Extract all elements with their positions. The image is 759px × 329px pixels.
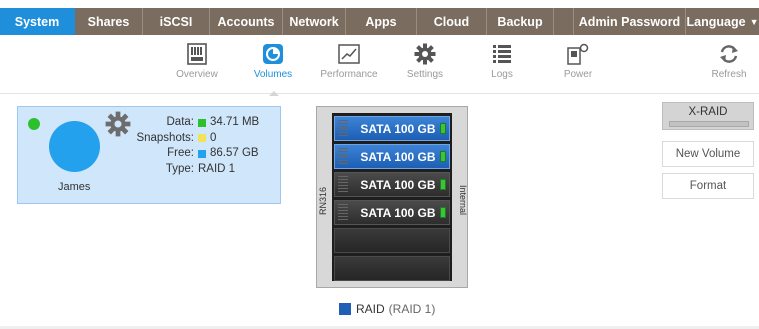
status-dot: [28, 118, 40, 130]
raid-swatch: [339, 303, 351, 315]
caret-down-icon: ▼: [749, 16, 759, 27]
subnav-overview[interactable]: Overview: [157, 41, 237, 91]
subnav-label: Logs: [491, 69, 513, 80]
volume-usage-circle: [49, 121, 100, 172]
disk-bay-1[interactable]: SATA 100 GB: [334, 116, 450, 141]
stat-snapshots: Snapshots: 0: [136, 131, 259, 147]
disk-bay-4[interactable]: SATA 100 GB: [334, 200, 450, 225]
enclosure-bays: SATA 100 GB SATA 100 GB SATA 100 GB SATA…: [332, 113, 452, 281]
sub-nav: Overview Volumes Performance Settings Lo…: [0, 37, 759, 96]
subnav-refresh[interactable]: Refresh: [700, 41, 758, 91]
tab-apps[interactable]: Apps: [346, 8, 417, 35]
enclosure-side-label: Internal: [458, 185, 468, 216]
subnav-label: Refresh: [711, 69, 747, 80]
disk-bay-6[interactable]: [334, 256, 450, 281]
stat-key: Type:: [165, 162, 194, 175]
stat-value: 86.57 GB: [210, 147, 259, 159]
disk-label: SATA 100 GB: [360, 177, 436, 192]
tab-shares[interactable]: Shares: [75, 8, 143, 35]
tab-label: Network: [289, 14, 339, 29]
free-swatch: [198, 149, 206, 158]
raid-legend: RAID (RAID 1): [339, 302, 435, 316]
logs-icon: [489, 41, 515, 67]
subnav-volumes[interactable]: Volumes: [233, 41, 313, 96]
raid-sublabel: (RAID 1): [388, 302, 436, 316]
subnav-logs[interactable]: Logs: [462, 41, 542, 91]
stat-key: Data:: [166, 116, 195, 128]
new-volume-button[interactable]: New Volume: [662, 141, 754, 167]
stat-free: Free: 86.57 GB: [136, 146, 259, 162]
disk-led: [440, 179, 446, 190]
enclosure-model: RN316: [318, 187, 328, 216]
xraid-toggle[interactable]: X-RAID: [662, 102, 754, 130]
gear-icon: [412, 41, 438, 67]
tab-label: Cloud: [433, 14, 470, 29]
disk-bay-5[interactable]: [334, 228, 450, 253]
stat-type: Type: RAID 1: [136, 162, 259, 178]
raid-label: RAID: [356, 302, 385, 316]
disk-label: SATA 100 GB: [360, 149, 436, 164]
tab-accounts[interactable]: Accounts: [210, 8, 283, 35]
volume-card[interactable]: James Data: 34.71 MB Snapshots: 0 Free: …: [17, 106, 281, 204]
volume-settings-gear-icon[interactable]: [105, 111, 131, 137]
tab-label: Language: [686, 14, 746, 29]
subnav-label: Settings: [406, 69, 444, 80]
xraid-track: [669, 121, 749, 127]
volume-stats: Data: 34.71 MB Snapshots: 0 Free: 86.57 …: [136, 115, 259, 177]
format-button[interactable]: Format: [662, 173, 754, 199]
tab-label: Backup: [497, 14, 543, 29]
disk-led: [440, 207, 446, 218]
tab-system[interactable]: System: [0, 8, 75, 35]
power-icon: [565, 41, 591, 67]
bay-grip: [338, 204, 348, 221]
stat-value: RAID 1: [198, 162, 236, 175]
refresh-icon: [716, 41, 742, 67]
tab-spacer: [554, 8, 574, 35]
subnav-label: Volumes: [253, 69, 293, 80]
performance-icon: [336, 41, 362, 67]
tab-network[interactable]: Network: [283, 8, 346, 35]
subnav-performance[interactable]: Performance: [309, 41, 389, 91]
volumes-icon: [260, 41, 286, 67]
bay-grip: [338, 120, 348, 137]
overview-icon: [184, 41, 210, 67]
snapshots-swatch: [198, 134, 206, 143]
disk-led: [440, 151, 446, 162]
bay-grip: [338, 148, 348, 165]
subnav-label: Power: [563, 69, 593, 80]
xraid-label: X-RAID: [688, 106, 728, 118]
tab-language[interactable]: Language ▼: [686, 8, 759, 35]
disk-label: SATA 100 GB: [360, 121, 436, 136]
subnav-label: Performance: [320, 69, 378, 80]
disk-enclosure: RN316 Internal SATA 100 GB SATA 100 GB S…: [316, 106, 468, 288]
tab-label: System: [14, 14, 60, 29]
disk-bay-2[interactable]: SATA 100 GB: [334, 144, 450, 169]
tab-backup[interactable]: Backup: [487, 8, 554, 35]
tab-label: Shares: [87, 14, 130, 29]
tab-label: iSCSI: [159, 14, 193, 29]
disk-led: [440, 123, 446, 134]
subnav-label: Overview: [176, 69, 218, 80]
subnav-settings[interactable]: Settings: [385, 41, 465, 91]
tab-label: Apps: [365, 14, 397, 29]
bay-grip: [338, 176, 348, 193]
tab-cloud[interactable]: Cloud: [417, 8, 487, 35]
tab-label: Admin Password: [578, 14, 681, 29]
tab-admin-password[interactable]: Admin Password: [574, 8, 686, 35]
stat-key: Free:: [167, 147, 194, 159]
stat-value: 34.71 MB: [210, 116, 260, 128]
tab-iscsi[interactable]: iSCSI: [143, 8, 210, 35]
data-swatch: [198, 118, 206, 127]
stat-value: 0: [210, 131, 217, 144]
subnav-power[interactable]: Power: [538, 41, 618, 91]
top-nav: System Shares iSCSI Accounts Network App…: [0, 0, 759, 37]
volume-name: James: [58, 181, 91, 193]
disk-bay-3[interactable]: SATA 100 GB: [334, 172, 450, 197]
stat-data: Data: 34.71 MB: [136, 115, 260, 131]
disk-label: SATA 100 GB: [360, 205, 436, 220]
tab-label: Accounts: [217, 14, 275, 29]
stat-key: Snapshots:: [136, 131, 194, 144]
